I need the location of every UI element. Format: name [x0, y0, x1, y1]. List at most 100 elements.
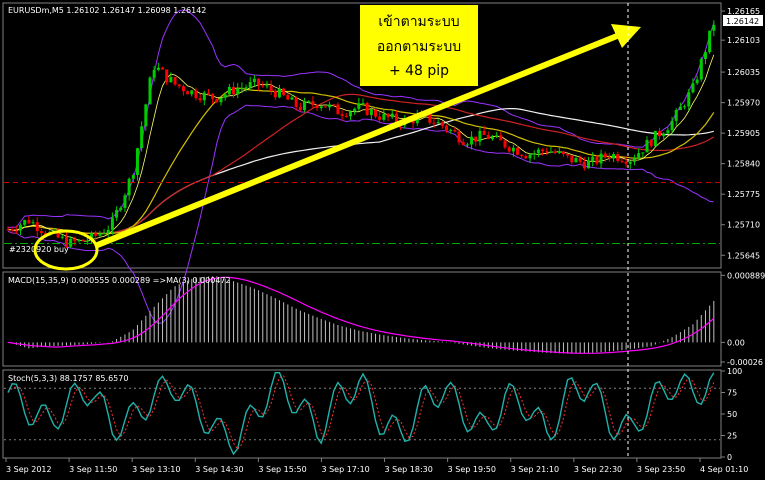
- candle-body: [490, 137, 494, 140]
- candle-body: [649, 139, 653, 147]
- candle-body: [19, 224, 23, 231]
- candle-body: [98, 233, 102, 236]
- candle-body: [587, 161, 591, 169]
- candle-body: [307, 101, 311, 103]
- candle-body: [516, 147, 520, 155]
- candle-body: [382, 113, 386, 120]
- candle-body: [511, 147, 515, 152]
- candle-body: [144, 104, 148, 127]
- stoch-tick-label: 50: [727, 410, 737, 419]
- stoch-label: Stoch(5,3,3) 88.1757 85.6570: [8, 374, 128, 383]
- price-tick-label: 1.26103: [727, 36, 760, 45]
- candle-body: [641, 152, 645, 154]
- candle-body: [156, 67, 160, 70]
- candle-body: [215, 98, 219, 103]
- price-tick-label: 1.25775: [727, 190, 760, 199]
- candle-body: [190, 90, 194, 95]
- candle-body: [186, 91, 190, 95]
- candle-body: [269, 85, 273, 91]
- candle-body: [432, 122, 436, 124]
- candle-body: [348, 111, 352, 117]
- macd-axis: 0.000889 0.00 -0.00026: [721, 271, 765, 367]
- candle-body: [369, 109, 373, 116]
- candle-body: [578, 158, 582, 162]
- candle-body: [386, 113, 390, 118]
- price-tick-label: 1.26165: [727, 7, 760, 16]
- candle-body: [582, 161, 586, 169]
- price-tick-label: 1.25710: [727, 221, 760, 230]
- time-tick-label: 3 Sep 13:10: [132, 465, 180, 474]
- candle-body: [60, 236, 64, 238]
- candle-body: [603, 153, 607, 158]
- candle-body: [35, 222, 39, 232]
- candle-body: [340, 114, 344, 116]
- candle-body: [461, 142, 465, 146]
- symbol-header: EURUSDm,M5 1.26102 1.26147 1.26098 1.261…: [8, 6, 206, 15]
- candle-body: [39, 231, 43, 234]
- annotation-line-3: + 48 pip: [389, 63, 449, 79]
- candle-body: [666, 130, 670, 134]
- candle-body: [31, 222, 35, 224]
- price-tick-label: 1.25970: [727, 99, 760, 108]
- candle-body: [670, 120, 674, 131]
- candle-body: [574, 158, 578, 163]
- candle-body: [599, 153, 603, 164]
- candle-body: [653, 130, 657, 147]
- stoch-tick-label: 100: [727, 367, 742, 376]
- candle-body: [374, 109, 378, 117]
- candle-body: [236, 88, 240, 95]
- candle-body: [265, 85, 269, 87]
- candle-body: [273, 90, 277, 98]
- candle-body: [595, 156, 599, 164]
- annotation-line-2: ออกตามระบบ: [377, 39, 461, 55]
- candle-body: [257, 78, 261, 86]
- candle-body: [211, 93, 215, 99]
- candle-body: [357, 103, 361, 109]
- candle-body: [323, 106, 327, 108]
- candle-body: [549, 151, 553, 153]
- candle-body: [14, 230, 18, 232]
- time-axis: 3 Sep 2012 3 Sep 11:50 3 Sep 13:10 3 Sep 14…: [5, 458, 748, 474]
- candle-body: [637, 153, 641, 159]
- candle-body: [436, 122, 440, 124]
- candle-body: [683, 106, 687, 108]
- candle-body: [135, 148, 139, 176]
- candle-body: [319, 106, 323, 109]
- candle-body: [261, 85, 265, 87]
- candle-body: [612, 154, 616, 159]
- candle-body: [332, 104, 336, 106]
- candle-body: [390, 113, 394, 118]
- time-tick-label: 3 Sep 18:30: [385, 465, 433, 474]
- candle-body: [344, 115, 348, 117]
- price-tick-label: 1.26035: [727, 68, 760, 77]
- candle-body: [353, 108, 357, 112]
- candle-body: [106, 229, 110, 234]
- candle-body: [219, 97, 223, 103]
- candle-body: [286, 95, 290, 100]
- candle-body: [503, 140, 507, 148]
- time-tick-label: 3 Sep 14:30: [195, 465, 243, 474]
- candle-body: [165, 69, 169, 83]
- candle-body: [119, 208, 123, 210]
- candle-body: [662, 133, 666, 137]
- candle-body: [140, 126, 144, 149]
- stoch-panel-frame: [2, 369, 722, 459]
- candle-body: [81, 239, 85, 242]
- time-tick-label: 3 Sep 22:30: [574, 465, 622, 474]
- candle-body: [194, 90, 198, 99]
- order-label: #2320920 buy: [9, 245, 69, 254]
- macd-tick-label: 0.00: [727, 338, 745, 347]
- candle-body: [227, 86, 231, 95]
- candle-body: [378, 116, 382, 120]
- time-tick-label: 3 Sep 19:50: [448, 465, 496, 474]
- candle-body: [102, 233, 106, 235]
- candle-body: [712, 24, 716, 31]
- candle-body: [474, 136, 478, 142]
- candle-body: [244, 87, 248, 89]
- candle-body: [365, 103, 369, 116]
- candle-body: [232, 86, 236, 95]
- candle-body: [591, 156, 595, 162]
- candle-body: [282, 88, 286, 96]
- annotation-line-1: เข้าตามระบบ: [378, 14, 459, 30]
- candle-body: [328, 104, 332, 108]
